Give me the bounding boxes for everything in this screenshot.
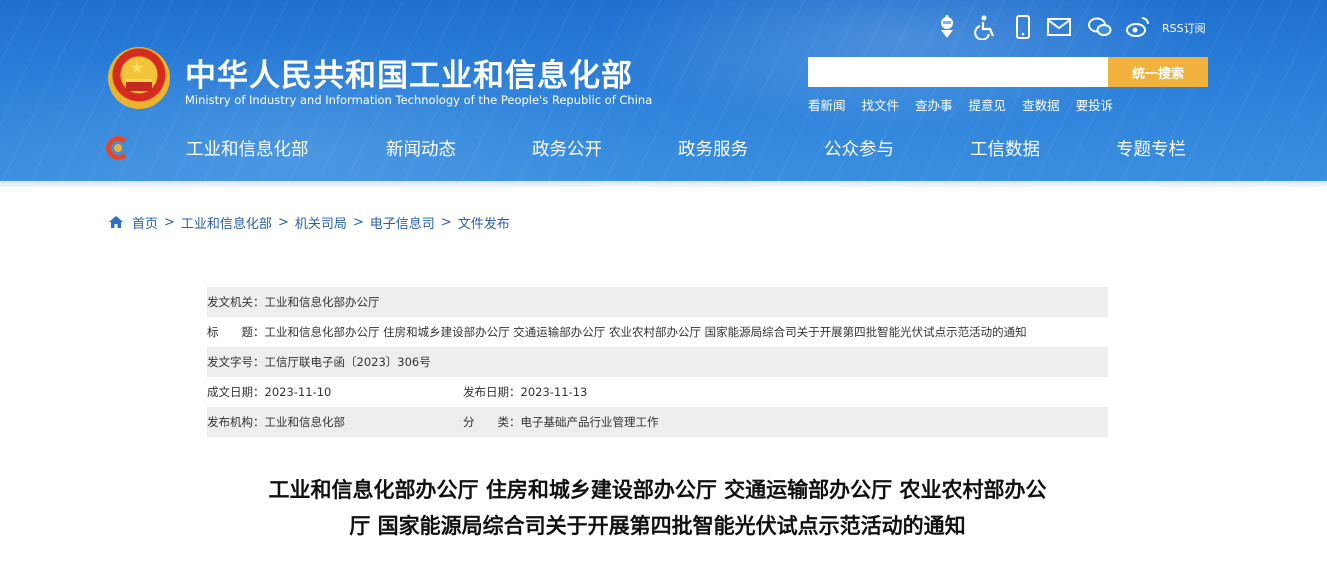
issuer-value: 工业和信息化部办公厅 bbox=[264, 295, 380, 309]
quick-link-files[interactable]: 找文件 bbox=[862, 95, 900, 113]
site-subtitle: Ministry of Industry and Information Tec… bbox=[185, 93, 653, 107]
mobile-icon[interactable] bbox=[1010, 14, 1036, 40]
nav-item-ministry[interactable]: 工业和信息化部 bbox=[186, 136, 309, 161]
title-label: 标 题： bbox=[207, 325, 265, 339]
star-icon: ★ bbox=[130, 58, 145, 77]
search-button[interactable]: 统一搜索 bbox=[1108, 57, 1208, 87]
header-divider bbox=[0, 181, 1327, 187]
article-title: 工业和信息化部办公厅 住房和城乡建设部办公厅 交通运输部办公厅 农业农村部办公 … bbox=[207, 472, 1108, 544]
quick-links: 看新闻 找文件 查办事 提意见 查数据 要投诉 bbox=[808, 95, 1113, 113]
search-input[interactable] bbox=[808, 57, 1108, 87]
nav-item-data[interactable]: 工信数据 bbox=[970, 136, 1040, 161]
category-label: 分 类： bbox=[463, 415, 521, 429]
breadcrumb-separator: > bbox=[352, 214, 364, 230]
publisher-label: 发布机构： bbox=[207, 415, 265, 429]
rss-link[interactable]: RSS订阅 bbox=[1162, 20, 1206, 36]
breadcrumb-separator: > bbox=[277, 214, 289, 230]
wechat-icon[interactable] bbox=[1087, 14, 1113, 40]
weibo-icon[interactable] bbox=[1125, 14, 1151, 40]
breadcrumb-electronics-dept[interactable]: 电子信息司 bbox=[370, 213, 435, 232]
info-row-dates: 成文日期： 2023-11-10 发布日期： 2023-11-13 bbox=[207, 377, 1108, 407]
breadcrumb: 首页 > 工业和信息化部 > 机关司局 > 电子信息司 > 文件发布 bbox=[108, 212, 510, 232]
site-header: ★ 中华人民共和国工业和信息化部 Ministry of Industry an… bbox=[0, 0, 1327, 181]
info-row-issuer: 发文机关： 工业和信息化部办公厅 bbox=[207, 287, 1108, 317]
national-emblem-logo[interactable]: ★ bbox=[108, 47, 170, 109]
info-row-doc-number: 发文字号： 工信厅联电子函〔2023〕306号 bbox=[207, 347, 1108, 377]
publish-date-value: 2023-11-13 bbox=[520, 385, 588, 399]
written-date-value: 2023-11-10 bbox=[264, 385, 332, 399]
article-title-line-2: 厅 国家能源局综合司关于开展第四批智能光伏试点示范活动的通知 bbox=[349, 514, 966, 538]
info-row-publisher: 发布机构： 工业和信息化部 分 类： 电子基础产品行业管理工作 bbox=[207, 407, 1108, 437]
gate-icon bbox=[126, 79, 152, 91]
nav-item-special-topics[interactable]: 专题专栏 bbox=[1116, 136, 1186, 161]
main-nav: 工业和信息化部 新闻动态 政务公开 政务服务 公众参与 工信数据 专题专栏 bbox=[0, 132, 1327, 166]
article-title-line-1: 工业和信息化部办公厅 住房和城乡建设部办公厅 交通运输部办公厅 农业农村部办公 bbox=[268, 478, 1047, 502]
nav-item-public-participation[interactable]: 公众参与 bbox=[824, 136, 894, 161]
accessibility-icon[interactable] bbox=[972, 14, 998, 41]
category-value: 电子基础产品行业管理工作 bbox=[520, 415, 659, 429]
quick-link-news[interactable]: 看新闻 bbox=[808, 95, 846, 113]
nav-item-news[interactable]: 新闻动态 bbox=[386, 136, 456, 161]
issuer-label: 发文机关： bbox=[207, 295, 265, 309]
publish-date-label: 发布日期： bbox=[463, 385, 521, 399]
breadcrumb-separator: > bbox=[164, 214, 175, 230]
breadcrumb-departments[interactable]: 机关司局 bbox=[295, 213, 347, 232]
document-info-table: 发文机关： 工业和信息化部办公厅 标 题： 工业和信息化部办公厅 住房和城乡建设… bbox=[207, 287, 1108, 437]
utility-icons: RSS订阅 bbox=[932, 12, 1222, 44]
quick-link-services[interactable]: 查办事 bbox=[915, 95, 953, 113]
nav-item-gov-services[interactable]: 政务服务 bbox=[678, 136, 748, 161]
info-row-title: 标 题： 工业和信息化部办公厅 住房和城乡建设部办公厅 交通运输部办公厅 农业农… bbox=[207, 317, 1108, 347]
breadcrumb-ministry[interactable]: 工业和信息化部 bbox=[181, 213, 272, 232]
breadcrumb-separator: > bbox=[440, 214, 452, 230]
robot-assistant-icon[interactable] bbox=[934, 14, 960, 40]
doc-number-value: 工信厅联电子函〔2023〕306号 bbox=[264, 355, 431, 369]
quick-link-complaint[interactable]: 要投诉 bbox=[1076, 95, 1114, 113]
title-value: 工业和信息化部办公厅 住房和城乡建设部办公厅 交通运输部办公厅 农业农村部办公厅… bbox=[264, 325, 1027, 339]
site-title[interactable]: 中华人民共和国工业和信息化部 bbox=[185, 50, 633, 95]
breadcrumb-home[interactable]: 首页 bbox=[132, 213, 158, 232]
quick-link-data[interactable]: 查数据 bbox=[1022, 95, 1060, 113]
nav-item-gov-affairs[interactable]: 政务公开 bbox=[532, 136, 602, 161]
mail-icon[interactable] bbox=[1046, 14, 1072, 40]
breadcrumb-file-release[interactable]: 文件发布 bbox=[458, 213, 510, 232]
written-date-label: 成文日期： bbox=[207, 385, 265, 399]
doc-number-label: 发文字号： bbox=[207, 355, 265, 369]
quick-link-feedback[interactable]: 提意见 bbox=[969, 95, 1007, 113]
publisher-value: 工业和信息化部 bbox=[264, 415, 346, 429]
home-icon bbox=[108, 214, 124, 230]
